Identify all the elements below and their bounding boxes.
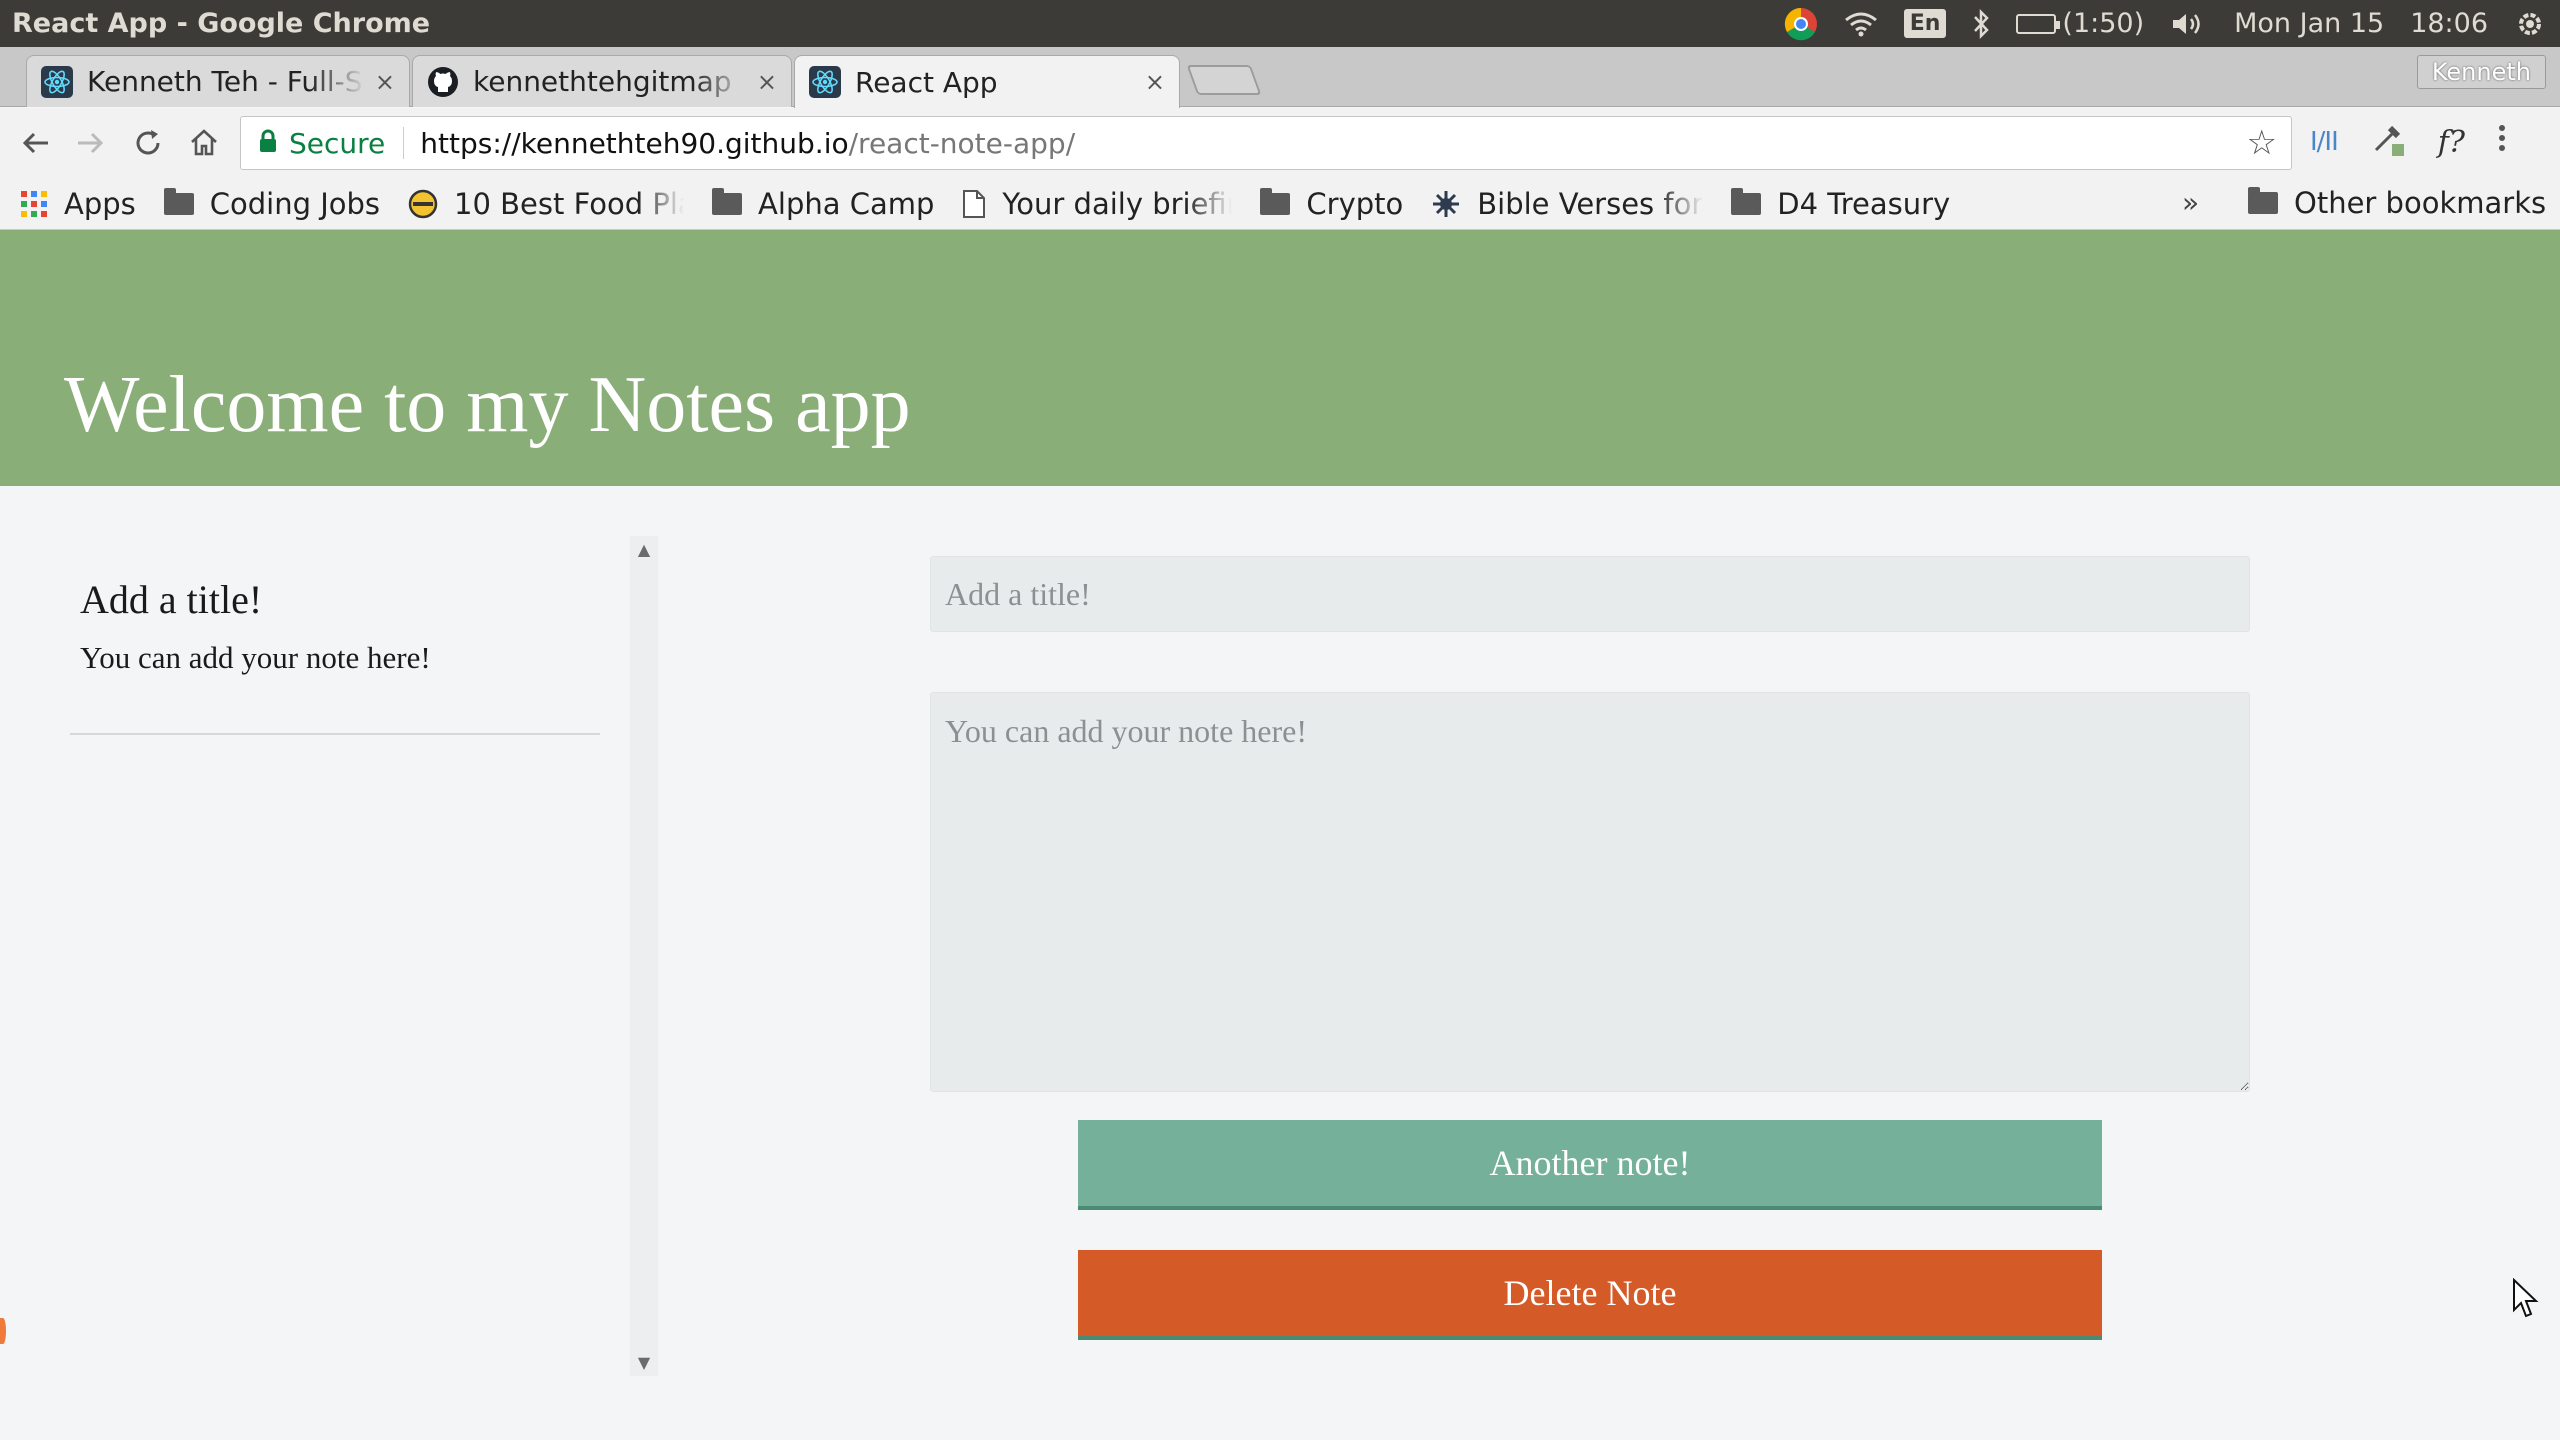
history-extension-icon[interactable]: I/II	[2310, 127, 2339, 157]
bookmark-daily-briefing[interactable]: Your daily briefir	[962, 187, 1232, 221]
bookmark-d4-treasury[interactable]: D4 Treasury	[1731, 187, 1950, 221]
react-icon	[41, 65, 73, 98]
browser-toolbar: Secure https://kennethteh90.github.io /r…	[0, 108, 2560, 178]
back-arrow-icon[interactable]	[8, 115, 64, 171]
web-page: Welcome to my Notes app Add a title! You…	[0, 230, 2560, 1440]
tab-react-app[interactable]: React App ×	[794, 55, 1180, 108]
battery-time: (1:50)	[2062, 8, 2145, 39]
bible-site-icon	[1431, 189, 1461, 219]
bookmark-label: Alpha Camp	[758, 186, 935, 221]
clock[interactable]: 18:06	[2410, 8, 2488, 39]
list-item[interactable]: Add a title! You can add your note here!	[70, 536, 600, 735]
os-top-bar: React App - Google Chrome En (1:50) Mon …	[0, 0, 2560, 47]
bookmark-label: Your daily briefir	[1002, 186, 1233, 221]
profile-button[interactable]: Kenneth	[2416, 55, 2546, 89]
bookmarks-overflow-button[interactable]: »	[2182, 186, 2199, 219]
another-note-button[interactable]: Another note!	[1078, 1120, 2102, 1210]
forward-arrow-icon[interactable]	[62, 115, 118, 171]
address-separator	[403, 127, 405, 159]
tab-title: kennethtehgitmap	[473, 65, 732, 98]
edge-decoration	[0, 1318, 6, 1344]
tab-strip: Kenneth Teh - Full-S × kennethtehgitmap …	[0, 47, 2560, 108]
scroll-up-arrow-icon[interactable]: ▲	[630, 540, 658, 559]
url-host[interactable]: https://kennethteh90.github.io	[420, 127, 848, 160]
folder-icon	[163, 187, 194, 215]
date-indicator[interactable]: Mon Jan 15	[2234, 8, 2384, 39]
url-path[interactable]: /react-note-app/	[849, 127, 1076, 160]
notes-list: Add a title! You can add your note here!…	[50, 536, 660, 1376]
keyboard-layout-indicator[interactable]: En	[1903, 9, 1947, 38]
battery-indicator[interactable]: (1:50)	[2016, 8, 2144, 39]
color-picker-extension-icon[interactable]	[2370, 120, 2406, 164]
bookmark-apps[interactable]: Apps	[20, 187, 136, 221]
mouse-cursor-icon	[2512, 1277, 2540, 1324]
note-item-title: Add a title!	[80, 577, 263, 622]
tab-close-icon[interactable]: ×	[757, 68, 777, 96]
battery-icon	[2016, 13, 2061, 34]
new-tab-button[interactable]	[1186, 65, 1262, 95]
gear-icon[interactable]	[2514, 8, 2546, 40]
bookmark-bible-verses[interactable]: Bible Verses for	[1431, 187, 1703, 221]
delete-note-button[interactable]: Delete Note	[1078, 1250, 2102, 1340]
page-icon	[962, 189, 986, 219]
tab-title: Kenneth Teh - Full-S	[87, 65, 363, 98]
notes-content: Add a title! You can add your note here!…	[0, 506, 2560, 1440]
system-tray: En (1:50) Mon Jan 15 18:06	[1784, 7, 2560, 41]
note-item-body: You can add your note here!	[80, 640, 431, 675]
tab-title: React App	[855, 65, 998, 99]
bookmark-other-bookmarks[interactable]: Other bookmarks	[2248, 186, 2546, 220]
extensions-area: I/II f?	[2310, 120, 2507, 164]
github-icon	[427, 66, 459, 98]
bookmark-label: Crypto	[1306, 186, 1404, 221]
bookmark-label: 10 Best Food Pla	[454, 186, 685, 221]
address-bar[interactable]: Secure https://kennethteh90.github.io /r…	[240, 116, 2292, 170]
bluetooth-icon[interactable]	[1972, 8, 1990, 39]
lock-icon[interactable]	[259, 127, 277, 160]
folder-icon	[2248, 187, 2278, 214]
formula-extension-icon[interactable]: f?	[2438, 125, 2465, 160]
bookmark-coding-jobs[interactable]: Coding Jobs	[163, 186, 381, 221]
secure-label[interactable]: Secure	[289, 127, 385, 160]
notes-list-scrollbar[interactable]: ▲ ▼	[630, 536, 658, 1376]
bookmark-label: Apps	[64, 186, 136, 221]
folder-icon	[712, 187, 743, 215]
bookmark-label: Bible Verses for	[1477, 186, 1704, 221]
bookmark-alpha-camp[interactable]: Alpha Camp	[712, 187, 934, 221]
scroll-down-arrow-icon[interactable]: ▼	[630, 1353, 658, 1372]
food-site-icon	[408, 189, 438, 219]
apps-grid-icon	[20, 190, 48, 218]
page-title: Welcome to my Notes app	[64, 361, 911, 449]
chrome-menu-icon[interactable]	[2497, 123, 2507, 161]
bookmark-star-icon[interactable]: ☆	[2247, 123, 2277, 163]
volume-icon[interactable]	[2170, 10, 2208, 38]
bookmark-label: D4 Treasury	[1777, 186, 1951, 221]
react-icon	[809, 66, 841, 98]
home-icon[interactable]	[176, 115, 232, 171]
bookmarks-bar: Apps Coding Jobs 10 Best Food Pla Alpha …	[0, 178, 2560, 230]
folder-icon	[1731, 187, 1762, 215]
bookmark-label: Other bookmarks	[2294, 186, 2547, 220]
tab-close-icon[interactable]: ×	[375, 68, 395, 96]
window-title: React App - Google Chrome	[12, 8, 431, 39]
note-body-textarea[interactable]	[930, 692, 2250, 1092]
tab-close-icon[interactable]: ×	[1145, 68, 1165, 96]
bookmark-label: Coding Jobs	[209, 186, 381, 221]
folder-icon	[1260, 187, 1291, 215]
page-header: Welcome to my Notes app	[0, 230, 2560, 486]
wifi-icon[interactable]	[1844, 11, 1878, 37]
chrome-icon[interactable]	[1784, 7, 1818, 41]
bookmark-best-food[interactable]: 10 Best Food Pla	[408, 187, 684, 221]
bookmark-crypto[interactable]: Crypto	[1260, 187, 1403, 221]
tab-github[interactable]: kennethtehgitmap ×	[412, 55, 792, 107]
note-title-input[interactable]	[930, 556, 2250, 632]
tab-kenneth-teh[interactable]: Kenneth Teh - Full-S ×	[26, 55, 410, 107]
reload-icon[interactable]	[120, 115, 176, 171]
